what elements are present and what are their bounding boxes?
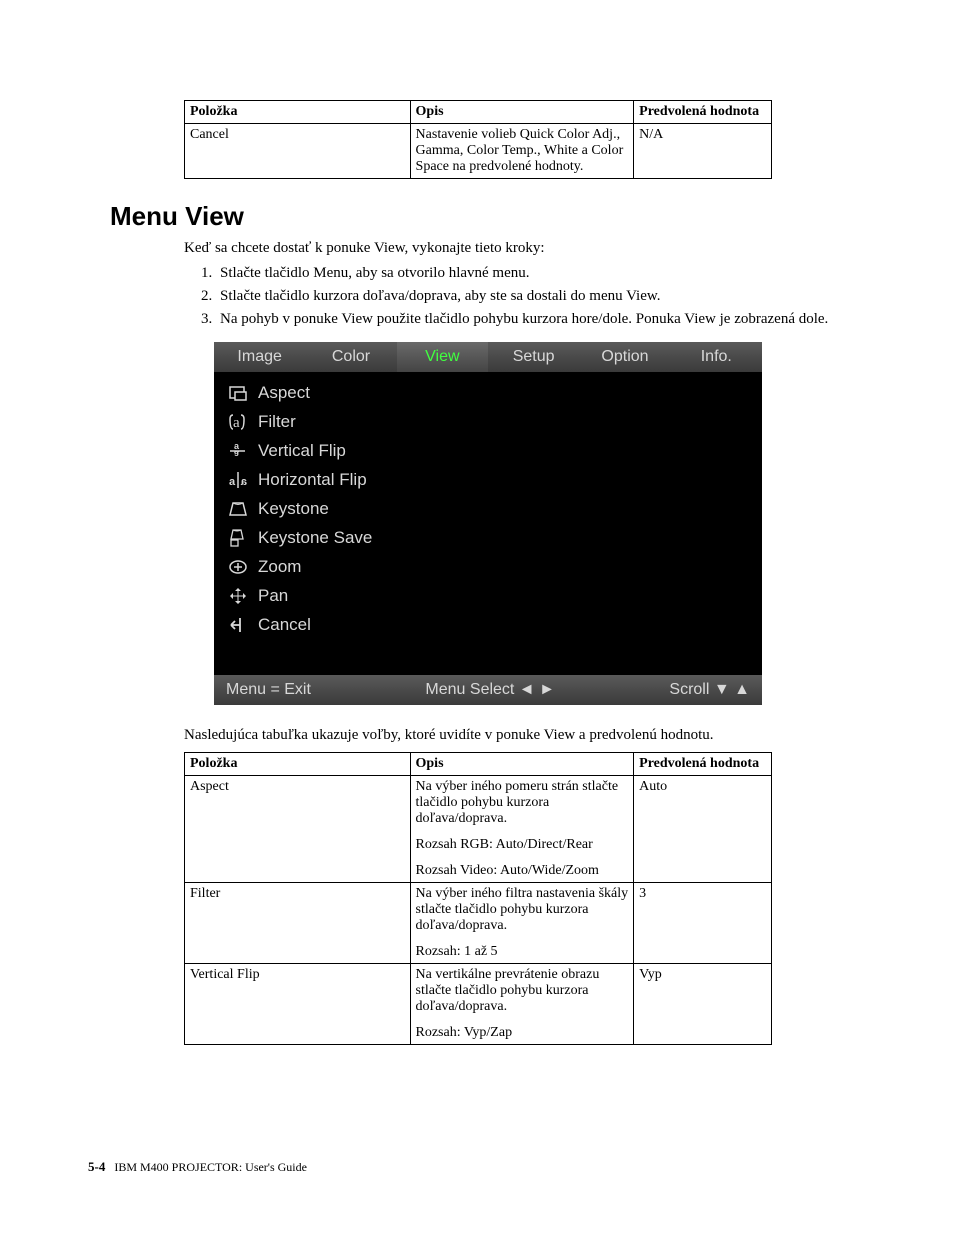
page-footer: 5-4 IBM M400 PROJECTOR: User's Guide <box>88 1159 307 1175</box>
keystone-icon <box>224 499 252 519</box>
steps-list: Stlačte tlačidlo Menu, aby sa otvorilo h… <box>216 265 844 328</box>
cancel-icon <box>224 615 252 635</box>
table-cancel: Položka Opis Predvolená hodnota Cancel N… <box>184 100 772 179</box>
cell-desc: Nastavenie volieb Quick Color Adj., Gamm… <box>410 124 634 179</box>
vertical-flip-icon: aa <box>224 441 252 461</box>
tab-info: Info. <box>671 342 762 372</box>
cell-desc: Na vertikálne prevrátenie obrazu stlačte… <box>410 964 634 1045</box>
table-row: Aspect Na výber iného pomeru strán stlač… <box>185 776 772 883</box>
cell-item: Filter <box>185 883 411 964</box>
menu-item-zoom: Zoom <box>224 552 752 581</box>
cell-def: Vyp <box>634 964 772 1045</box>
tab-image: Image <box>214 342 305 372</box>
menu-label: Filter <box>258 412 296 432</box>
status-left: Menu = Exit <box>226 681 311 699</box>
heading-menu-view: Menu View <box>110 201 844 232</box>
aspect-icon <box>224 383 252 403</box>
menu-label: Horizontal Flip <box>258 470 367 490</box>
doc-title: IBM M400 PROJECTOR: User's Guide <box>114 1160 307 1174</box>
osd-status-bar: Menu = Exit Menu Select ◄ ► Scroll ▼ ▲ <box>214 675 762 705</box>
filter-icon: a <box>224 412 252 432</box>
tab-view: View <box>397 342 488 372</box>
table-view-options: Položka Opis Predvolená hodnota Aspect N… <box>184 752 772 1045</box>
menu-label: Aspect <box>258 383 310 403</box>
step-3: Na pohyb v ponuke View použite tlačidlo … <box>216 311 844 328</box>
keystone-save-icon <box>224 528 252 548</box>
th-def: Predvolená hodnota <box>634 101 772 124</box>
menu-item-filter: a Filter <box>224 407 752 436</box>
zoom-icon <box>224 557 252 577</box>
cell-def: N/A <box>634 124 772 179</box>
cell-desc: Na výber iného filtra nastavenia škály s… <box>410 883 634 964</box>
th-desc: Opis <box>410 753 634 776</box>
cell-item: Aspect <box>185 776 411 883</box>
horizontal-flip-icon: aa <box>224 470 252 490</box>
tab-color: Color <box>305 342 396 372</box>
menu-label: Vertical Flip <box>258 441 346 461</box>
svg-text:a: a <box>233 415 240 431</box>
menu-item-aspect: Aspect <box>224 378 752 407</box>
menu-label: Pan <box>258 586 288 606</box>
osd-tabs: Image Color View Setup Option Info. <box>214 342 762 372</box>
menu-item-keystone: Keystone <box>224 494 752 523</box>
pan-icon <box>224 586 252 606</box>
cell-def: Auto <box>634 776 772 883</box>
menu-item-keystone-save: Keystone Save <box>224 523 752 552</box>
step-1: Stlačte tlačidlo Menu, aby sa otvorilo h… <box>216 265 844 282</box>
cell-item: Vertical Flip <box>185 964 411 1045</box>
intro-text: Keď sa chcete dostať k ponuke View, vyko… <box>184 240 844 257</box>
status-right: Scroll ▼ ▲ <box>669 681 750 699</box>
th-item: Položka <box>185 753 411 776</box>
menu-label: Keystone Save <box>258 528 372 548</box>
cell-def: 3 <box>634 883 772 964</box>
menu-item-horizontal-flip: aa Horizontal Flip <box>224 465 752 494</box>
tab-option: Option <box>579 342 670 372</box>
table-row: Vertical Flip Na vertikálne prevrátenie … <box>185 964 772 1045</box>
status-mid: Menu Select ◄ ► <box>425 681 555 699</box>
page-number: 5-4 <box>88 1159 105 1174</box>
menu-item-vertical-flip: aa Vertical Flip <box>224 436 752 465</box>
tab-setup: Setup <box>488 342 579 372</box>
osd-screenshot: Image Color View Setup Option Info. Aspe… <box>214 342 762 705</box>
cell-desc: Na výber iného pomeru strán stlačte tlač… <box>410 776 634 883</box>
svg-text:a: a <box>240 476 247 488</box>
menu-label: Cancel <box>258 615 311 635</box>
svg-text:a: a <box>229 476 236 488</box>
menu-item-cancel: Cancel <box>224 610 752 639</box>
th-def: Predvolená hodnota <box>634 753 772 776</box>
step-2: Stlačte tlačidlo kurzora doľava/doprava,… <box>216 288 844 305</box>
table-intro: Nasledujúca tabuľka ukazuje voľby, ktoré… <box>184 727 844 744</box>
table-row: Filter Na výber iného filtra nastavenia … <box>185 883 772 964</box>
table-row: Cancel Nastavenie volieb Quick Color Adj… <box>185 124 772 179</box>
menu-item-pan: Pan <box>224 581 752 610</box>
menu-label: Zoom <box>258 557 301 577</box>
th-item: Položka <box>185 101 411 124</box>
th-desc: Opis <box>410 101 634 124</box>
osd-body: Aspect a Filter aa Vertical Flip aa Hori… <box>214 372 762 675</box>
menu-label: Keystone <box>258 499 329 519</box>
cell-item: Cancel <box>185 124 411 179</box>
